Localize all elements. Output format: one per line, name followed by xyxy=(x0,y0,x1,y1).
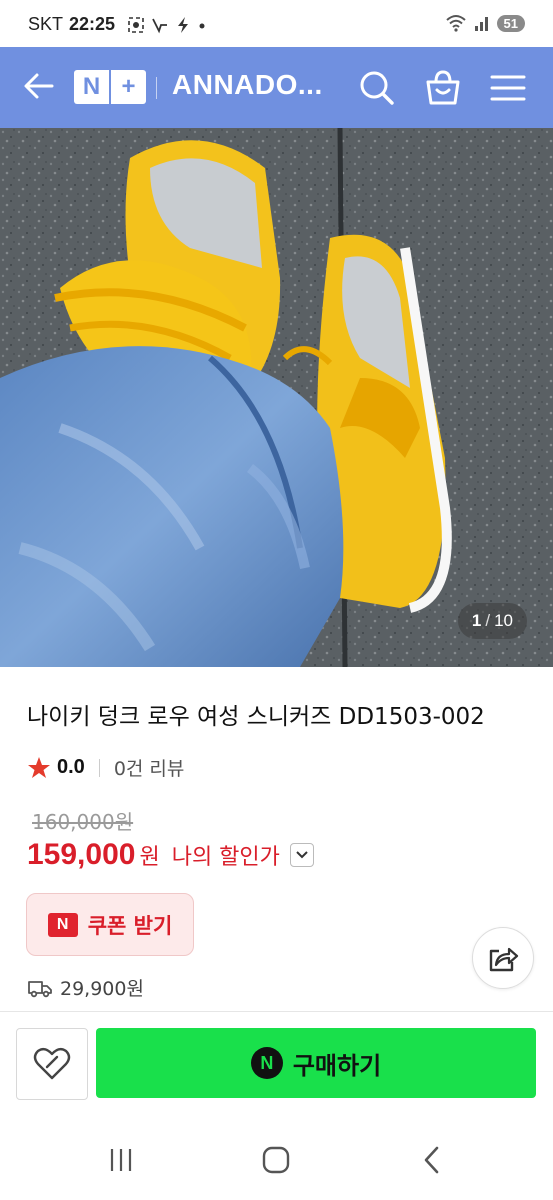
signal-icon xyxy=(474,17,488,31)
battery-indicator: 51 xyxy=(496,14,525,32)
share-button[interactable] xyxy=(472,927,534,989)
image-counter: 1 / 10 xyxy=(457,603,527,639)
status-right: 51 xyxy=(445,14,525,32)
system-nav-bar xyxy=(0,1112,553,1200)
product-image-gallery[interactable]: 1 / 10 xyxy=(0,128,553,667)
logo-plus: + xyxy=(109,70,146,104)
naver-plus-logo[interactable]: N + xyxy=(74,70,146,104)
wifi-icon xyxy=(445,15,466,32)
heart-icon xyxy=(33,1047,71,1080)
rating-row[interactable]: 0.0 0건 리뷰 xyxy=(27,754,184,781)
data-saver-icon xyxy=(152,18,168,33)
charging-bolt-icon xyxy=(178,16,189,33)
buy-button[interactable]: N 구매하기 xyxy=(96,1028,536,1098)
back-button[interactable] xyxy=(411,1140,451,1180)
recent-apps-button[interactable] xyxy=(101,1140,141,1180)
shopping-bag-icon[interactable] xyxy=(423,68,463,108)
carrier: SKT xyxy=(28,14,64,34)
product-photo xyxy=(0,128,553,667)
header-divider xyxy=(156,77,157,99)
image-counter-separator: / xyxy=(485,611,491,630)
star-icon xyxy=(28,756,50,778)
truck-icon xyxy=(28,980,52,997)
purchase-bar: N 구매하기 xyxy=(0,1011,553,1112)
search-icon[interactable] xyxy=(357,68,397,108)
coupon-label: 쿠폰 받기 xyxy=(87,913,173,938)
rating-divider xyxy=(98,758,100,777)
back-arrow-icon[interactable] xyxy=(22,69,56,103)
image-counter-current: 1 xyxy=(471,611,482,630)
currency-label: 원 xyxy=(139,845,160,870)
home-icon xyxy=(262,1146,290,1174)
shipping-info: 29,900원 xyxy=(28,974,144,1001)
naver-coupon-badge: N xyxy=(47,912,78,937)
sale-price: 159,000 xyxy=(27,838,136,871)
back-chevron-icon xyxy=(424,1146,439,1174)
status-bar: SKT 22:25 51 xyxy=(0,0,553,47)
discount-details-toggle[interactable] xyxy=(289,843,314,867)
coupon-button[interactable]: N 쿠폰 받기 xyxy=(26,893,194,956)
status-left: SKT 22:25 xyxy=(28,14,207,35)
screenshot-icon xyxy=(128,16,144,33)
store-name[interactable]: ANNADO... xyxy=(172,69,323,101)
menu-icon[interactable] xyxy=(488,68,528,108)
image-counter-total: 10 xyxy=(494,611,513,630)
app-header: N + ANNADO... xyxy=(0,47,553,128)
original-price: 160,000원 xyxy=(32,810,134,834)
recent-apps-icon xyxy=(110,1149,132,1171)
share-icon xyxy=(489,947,519,972)
logo-n: N xyxy=(82,73,101,100)
review-count[interactable]: 0건 리뷰 xyxy=(114,754,185,781)
price-row: 159,000 원 나의 할인가 xyxy=(27,838,314,872)
product-title: 나이키 덩크 로우 여성 스니커즈 DD1503-002 xyxy=(27,704,485,730)
dot-icon xyxy=(199,23,205,28)
my-discount-label: 나의 할인가 xyxy=(171,845,280,870)
buy-label: 구매하기 xyxy=(292,1051,382,1080)
clock: 22:25 xyxy=(69,14,116,34)
rating-score: 0.0 xyxy=(57,756,85,778)
chevron-down-icon xyxy=(296,851,308,859)
naver-pay-icon: N xyxy=(250,1047,283,1079)
shipping-fee: 29,900원 xyxy=(60,978,144,1000)
notification-icons xyxy=(127,16,207,34)
wishlist-button[interactable] xyxy=(16,1028,88,1100)
home-button[interactable] xyxy=(256,1140,296,1180)
